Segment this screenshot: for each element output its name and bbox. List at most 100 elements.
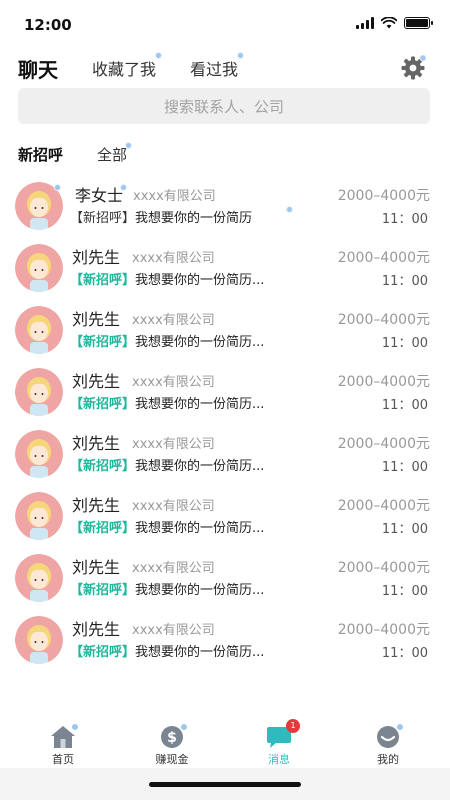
chat-list-item[interactable]: 刘先生 xxxx有限公司 2000–4000元【新招呼】我想要你的一份简历... 11… [0,236,450,298]
contact-name: 刘先生 [72,372,121,391]
avatar[interactable] [15,554,63,602]
contact-name: 刘先生 [72,310,121,329]
message-text: 我想要你的一份简历... [135,583,265,598]
avatar[interactable] [15,368,63,416]
tab-earn-cash-label: 赚现金 [155,753,189,766]
indicator-dot [237,52,245,59]
message-preview: 【新招呼】我想要你的一份简历... [70,641,264,660]
unread-badge: 1 [286,719,300,733]
tab-messages[interactable]: 1 消息 [249,719,309,767]
indicator-dot [120,184,127,191]
contact-name: 刘先生 [72,434,121,453]
search-input[interactable]: 搜索联系人、公司 [18,88,430,124]
salary-range: 2000–4000元 [337,374,430,390]
chat-list-item[interactable]: 刘先生 xxxx有限公司 2000–4000元【新招呼】我想要你的一份简历... 11… [0,298,450,360]
wifi-icon [381,17,397,29]
message-tag: 【新招呼】 [70,211,136,226]
message-text: 我想要你的一份简历... [135,273,265,288]
message-tag: 【新招呼】 [70,521,136,536]
message-preview: 【新招呼】我想要你的一份简历... [70,455,264,474]
subtab-all[interactable]: 全部 [97,142,133,165]
avatar[interactable] [15,244,63,292]
company-name: xxxx有限公司 [132,313,215,328]
message-text: 我想要你的一份简历 [135,211,253,226]
company-name: xxxx有限公司 [132,623,215,638]
message-time: 11：00 [381,274,428,289]
avatar[interactable] [15,492,63,540]
status-time: 12:00 [24,16,72,34]
tab-chat[interactable]: 聊天 [18,54,58,83]
tab-home-label: 首页 [52,753,74,766]
message-preview: 【新招呼】我想要你的一份简历... [70,393,264,412]
tab-home[interactable]: 首页 [33,724,93,767]
message-tag: 【新招呼】 [70,273,136,288]
home-icon [51,724,78,748]
salary-range: 2000–4000元 [337,560,430,576]
home-indicator-area [0,768,450,800]
salary-range: 2000–4000元 [337,188,430,204]
message-time: 11：00 [381,646,428,661]
tab-mine[interactable]: 我的 [358,724,418,767]
message-tag: 【新招呼】 [70,583,136,598]
chat-list-item[interactable]: 刘先生 xxxx有限公司 2000–4000元 【新招呼】我想要你的一份简历... 11… [0,546,450,608]
company-name: xxxx有限公司 [132,375,215,390]
home-indicator[interactable] [149,782,301,787]
chat-bubble-icon: 1 [264,719,300,750]
contact-name: 李女士 [75,186,124,205]
message-preview: 【新招呼】我想要你的一份简历... [70,269,264,288]
company-name: xxxx有限公司 [132,437,215,452]
top-tabs: 聊天 收藏了我 看过我 [18,52,272,84]
contact-name: 刘先生 [72,248,121,267]
message-tag: 【新招呼】 [70,459,136,474]
contact-name: 刘先生 [72,496,121,515]
message-time: 11：00 [381,212,428,227]
avatar[interactable] [15,616,63,664]
indicator-dot [54,184,61,191]
search-placeholder: 搜索联系人、公司 [163,97,284,116]
bottom-tab-bar: 首页 $ 赚现金 1 消息 我的 [0,716,450,768]
tab-favorited-me[interactable]: 收藏了我 [92,52,163,80]
chat-list-item[interactable]: 李女士 xxxx有限公司 2000–4000元【新招呼】我想要你的一份简历 11：00 [0,174,450,236]
avatar[interactable] [15,430,63,478]
company-name: xxxx有限公司 [132,251,215,266]
tab-viewed-me[interactable]: 看过我 [190,52,245,80]
indicator-dot [155,52,163,59]
message-time: 11：00 [381,460,428,475]
company-name: xxxx有限公司 [133,189,216,204]
status-bar: 12:00 [0,0,450,48]
message-preview: 【新招呼】我想要你的一份简历... [70,331,264,350]
message-time: 11：00 [381,398,428,413]
chat-list-item[interactable]: 刘先生 xxxx有限公司 2000–4000元【新招呼】我想要你的一份简历... 11… [0,360,450,422]
tab-mine-label: 我的 [377,753,399,766]
battery-icon [404,17,433,29]
salary-range: 2000–4000元 [337,312,430,328]
cellular-signal-icon [356,17,374,29]
svg-text:$: $ [167,730,177,746]
tab-earn-cash[interactable]: $ 赚现金 [142,724,202,767]
message-preview: 【新招呼】我想要你的一份简历... [70,579,264,598]
message-text: 我想要你的一份简历... [135,335,265,350]
chat-list-item[interactable]: 刘先生 xxxx有限公司 2000–4000元 【新招呼】我想要你的一份简历... 11… [0,608,450,670]
salary-range: 2000–4000元 [337,622,430,638]
message-time: 11：00 [381,522,428,537]
gear-icon[interactable] [400,55,426,81]
message-tag: 【新招呼】 [70,397,136,412]
smiley-face-icon [377,724,403,748]
salary-range: 2000–4000元 [337,250,430,266]
message-time: 11：00 [381,336,428,351]
salary-range: 2000–4000元 [337,498,430,514]
tab-messages-label: 消息 [268,753,290,766]
message-preview: 【新招呼】我想要你的一份简历 [70,207,252,226]
message-text: 我想要你的一份简历... [135,645,265,660]
indicator-dot [286,206,293,213]
contact-name: 刘先生 [72,558,121,577]
company-name: xxxx有限公司 [132,499,215,514]
chat-list-item[interactable]: 刘先生 xxxx有限公司 2000–4000元 【新招呼】我想要你的一份简历... 11… [0,422,450,484]
avatar[interactable] [15,306,63,354]
message-tag: 【新招呼】 [70,645,136,660]
message-tag: 【新招呼】 [70,335,136,350]
message-preview: 【新招呼】我想要你的一份简历... [70,517,264,536]
chat-list-item[interactable]: 刘先生 xxxx有限公司 2000–4000元【新招呼】我想要你的一份简历... 11… [0,484,450,546]
message-text: 我想要你的一份简历... [135,397,265,412]
subtab-new-greetings[interactable]: 新招呼 [18,144,63,165]
